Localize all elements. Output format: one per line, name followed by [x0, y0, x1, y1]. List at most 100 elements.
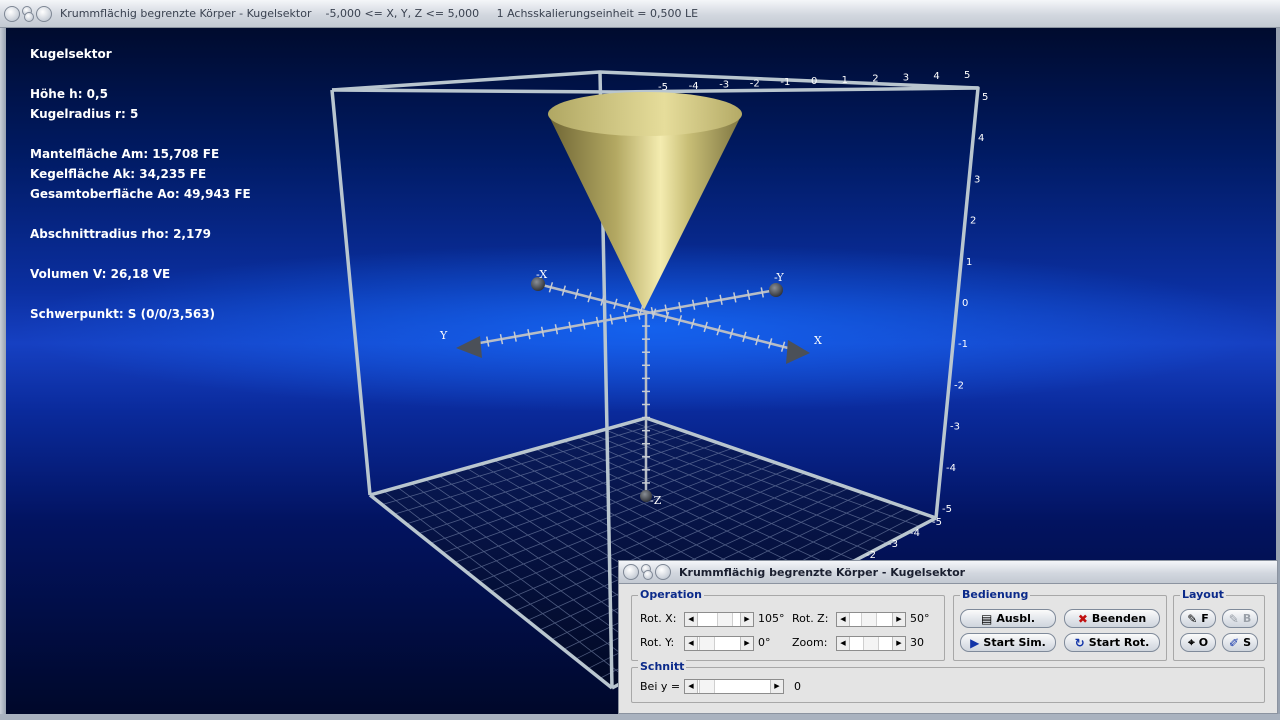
rot-z-right-arrow[interactable]: ▶	[892, 613, 905, 626]
beenden-label: Beenden	[1091, 612, 1147, 625]
panel-menu-button[interactable]	[623, 564, 639, 580]
schnitt-right-arrow[interactable]: ▶	[770, 680, 783, 693]
info-radius: Kugelradius r: 5	[30, 107, 139, 121]
right-tick-label: 3	[974, 174, 980, 185]
window-title: Krummflächig begrenzte Körper - Kugelsek…	[60, 7, 698, 20]
rot-z-slider[interactable]: ◀ ▶	[836, 612, 906, 627]
right-tick-label: 2	[970, 216, 976, 227]
info-schwerpunkt: Schwerpunkt: S (0/0/3,563)	[30, 307, 216, 321]
rot-x-thumb[interactable]	[717, 613, 733, 626]
rot-y-thumb[interactable]	[699, 637, 715, 650]
rot-y-slider[interactable]: ◀ ▶	[684, 636, 754, 651]
info-gesamtoberflaeche: Gesamtoberfläche Ao: 49,943 FE	[30, 187, 251, 201]
neg-z-axis-label: -Z	[650, 494, 662, 507]
zoom-right-arrow[interactable]: ▶	[892, 637, 905, 650]
layout-b-button[interactable]: ✎ B	[1222, 609, 1258, 628]
panel-window-controls	[623, 564, 673, 580]
schnitt-group: Schnitt Bei y = ◀ ▶ 0	[631, 660, 1265, 703]
layout-group: Layout ✎ F ✎ B ⌖ O ✐ S	[1173, 588, 1265, 661]
top-tick-label: -5	[658, 82, 668, 93]
panel-close-button[interactable]	[655, 564, 671, 580]
play-icon: ▶	[970, 635, 980, 650]
rot-y-value: 0°	[758, 636, 771, 649]
brush-icon: ✎	[1187, 611, 1198, 626]
bei-y-label: Bei y =	[640, 680, 681, 693]
info-panel: Kugelsektor Höhe h: 0,5 Kugelradius r: 5…	[30, 44, 251, 324]
rot-z-value: 50°	[910, 612, 930, 625]
start-sim-button[interactable]: ▶ Start Sim.	[960, 633, 1056, 652]
control-panel-titlebar[interactable]: Krummflächig begrenzte Körper - Kugelsek…	[619, 561, 1277, 584]
rot-x-left-arrow[interactable]: ◀	[685, 613, 698, 626]
right-tick-label: 1	[966, 257, 972, 268]
scale-text: 1 Achsskalierungseinheit = 0,500 LE	[496, 7, 699, 20]
zoom-label: Zoom:	[792, 636, 828, 649]
top-tick-label: 2	[872, 74, 878, 85]
info-hoehe: Höhe h: 0,5	[30, 87, 108, 101]
rot-x-slider[interactable]: ◀ ▶	[684, 612, 754, 627]
top-tick-label: -3	[719, 80, 729, 91]
top-tick-label: 0	[811, 76, 817, 87]
close-button[interactable]	[36, 5, 52, 22]
schnitt-left-arrow[interactable]: ◀	[685, 680, 698, 693]
ausblenden-label: Ausbl.	[996, 612, 1036, 625]
info-abschnittradius: Abschnittradius rho: 2,179	[30, 227, 212, 241]
close-x-icon: ✖	[1077, 611, 1088, 626]
rot-y-right-arrow[interactable]: ▶	[740, 637, 753, 650]
zoom-thumb[interactable]	[863, 637, 879, 650]
bedienung-label: Bedienung	[960, 588, 1031, 601]
y-axis-arrowhead	[456, 336, 482, 358]
control-panel-window: Krummflächig begrenzte Körper - Kugelsek…	[618, 560, 1278, 714]
zoom-slider[interactable]: ◀ ▶	[836, 636, 906, 651]
right-tick-label: -2	[954, 380, 964, 391]
window-bottom-border	[0, 714, 1280, 720]
main-window-titlebar[interactable]: Krummflächig begrenzte Körper - Kugelsek…	[0, 0, 1280, 28]
rot-z-thumb[interactable]	[861, 613, 877, 626]
panel-maximize-button[interactable]	[643, 570, 653, 580]
layout-o-button[interactable]: ⌖ O	[1180, 633, 1216, 652]
rot-z-label: Rot. Z:	[792, 612, 829, 625]
rot-z-left-arrow[interactable]: ◀	[837, 613, 850, 626]
layout-s-button[interactable]: ✐ S	[1222, 633, 1258, 652]
rot-x-value: 105°	[758, 612, 785, 625]
maximize-button[interactable]	[24, 11, 34, 22]
top-tick-label: -4	[689, 81, 699, 92]
rot-x-right-arrow[interactable]: ▶	[740, 613, 753, 626]
rot-y-label: Rot. Y:	[640, 636, 675, 649]
neg-x-axis-label: -X	[536, 268, 547, 281]
right-tick-label: -3	[950, 422, 960, 433]
schnitt-y-slider[interactable]: ◀ ▶	[684, 679, 784, 694]
right-tick-label: -1	[958, 339, 968, 350]
operation-label: Operation	[638, 588, 704, 601]
bottom-tick-label: -5	[932, 517, 942, 528]
range-text: -5,000 <= X, Y, Z <= 5,000	[325, 7, 480, 20]
schnitt-label: Schnitt	[638, 660, 687, 673]
top-tick-label: -2	[750, 78, 760, 89]
paint-icon: ✐	[1229, 635, 1240, 650]
layout-f-button[interactable]: ✎ F	[1180, 609, 1216, 628]
right-axis-ticks: 5 4 3 2 1 0 -1 -2 -3 -4 -5	[942, 92, 988, 515]
panel-title: Krummflächig begrenzte Körper - Kugelsek…	[679, 565, 966, 579]
info-volumen: Volumen V: 26,18 VE	[30, 267, 171, 281]
eraser-icon: ✎	[1228, 611, 1239, 626]
zoom-value: 30	[910, 636, 924, 649]
ausblenden-button[interactable]: ▤ Ausbl.	[960, 609, 1056, 628]
rot-y-left-arrow[interactable]: ◀	[685, 637, 698, 650]
info-kegelflaeche: Kegelfläche Ak: 34,235 FE	[30, 167, 207, 181]
start-rot-button[interactable]: ↻ Start Rot.	[1064, 633, 1160, 652]
bottom-tick-label: -3	[888, 539, 898, 550]
rotate-icon: ↻	[1074, 635, 1085, 650]
x-axis-label: X	[814, 334, 822, 347]
start-rot-label: Start Rot.	[1088, 636, 1150, 649]
schnitt-thumb[interactable]	[699, 680, 715, 693]
info-mantelflaeche: Mantelfläche Am: 15,708 FE	[30, 147, 220, 161]
start-sim-label: Start Sim.	[983, 636, 1046, 649]
layout-label: Layout	[1180, 588, 1226, 601]
zoom-left-arrow[interactable]: ◀	[837, 637, 850, 650]
right-tick-label: 4	[978, 133, 984, 144]
rot-x-label: Rot. X:	[640, 612, 677, 625]
top-tick-label: -1	[780, 77, 790, 88]
top-tick-label: 1	[842, 75, 848, 86]
bedienung-group: Bedienung ▤ Ausbl. ✖ Beenden ▶ Start Sim…	[953, 588, 1167, 661]
window-menu-button[interactable]	[4, 5, 20, 22]
beenden-button[interactable]: ✖ Beenden	[1064, 609, 1160, 628]
